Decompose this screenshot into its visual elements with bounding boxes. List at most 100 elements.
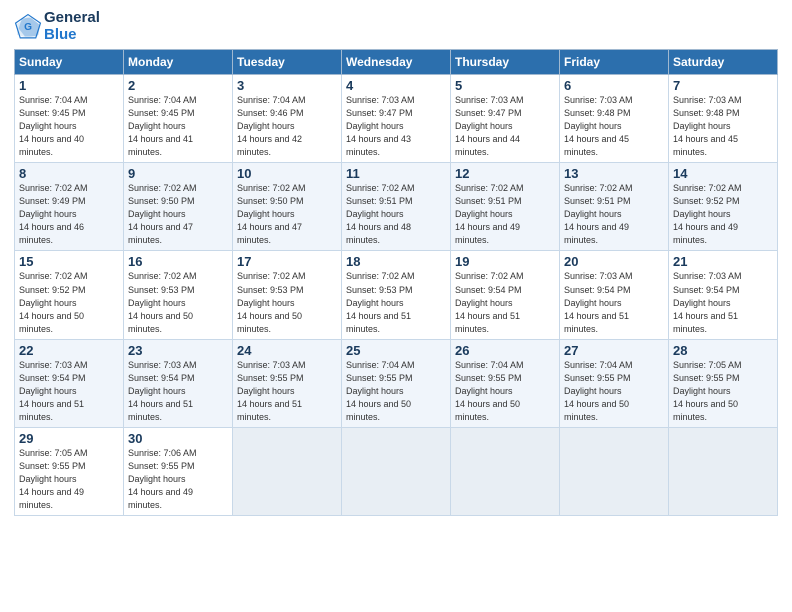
day-number: 26 (455, 343, 555, 358)
day-info: Sunrise: 7:03 AMSunset: 9:48 PMDaylight … (564, 95, 633, 157)
day-number: 22 (19, 343, 119, 358)
calendar-cell: 10 Sunrise: 7:02 AMSunset: 9:50 PMDayligh… (233, 163, 342, 251)
calendar-cell: 3Sunrise: 7:04 AMSunset: 9:46 PMDaylight… (233, 75, 342, 163)
day-info: Sunrise: 7:05 AMSunset: 9:55 PMDaylight … (673, 360, 742, 422)
day-number: 11 (346, 166, 446, 181)
day-info: Sunrise: 7:04 AMSunset: 9:55 PMDaylight … (564, 360, 633, 422)
day-info: Sunrise: 7:02 AMSunset: 9:53 PMDaylight … (237, 271, 306, 333)
logo-icon: G (14, 13, 42, 41)
calendar-week-row: 29Sunrise: 7:05 AMSunset: 9:55 PMDayligh… (15, 427, 778, 515)
calendar-cell: 12 Sunrise: 7:02 AMSunset: 9:51 PMDayligh… (451, 163, 560, 251)
day-info: Sunrise: 7:02 AMSunset: 9:52 PMDaylight … (673, 183, 742, 245)
day-info: Sunrise: 7:02 AMSunset: 9:53 PMDaylight … (128, 271, 197, 333)
svg-text:G: G (24, 22, 32, 33)
day-info: Sunrise: 7:04 AMSunset: 9:45 PMDaylight … (19, 95, 88, 157)
day-info: Sunrise: 7:04 AMSunset: 9:45 PMDaylight … (128, 95, 197, 157)
day-number: 28 (673, 343, 773, 358)
calendar-cell: 8Sunrise: 7:02 AMSunset: 9:49 PMDaylight… (15, 163, 124, 251)
calendar-cell (342, 427, 451, 515)
calendar-week-row: 1Sunrise: 7:04 AMSunset: 9:45 PMDaylight… (15, 75, 778, 163)
day-info: Sunrise: 7:03 AMSunset: 9:54 PMDaylight … (19, 360, 88, 422)
day-number: 27 (564, 343, 664, 358)
day-number: 30 (128, 431, 228, 446)
day-info: Sunrise: 7:03 AMSunset: 9:48 PMDaylight … (673, 95, 742, 157)
day-number: 29 (19, 431, 119, 446)
day-number: 23 (128, 343, 228, 358)
calendar-header-row: Sunday Monday Tuesday Wednesday Thursday… (15, 50, 778, 75)
calendar-cell: 13 Sunrise: 7:02 AMSunset: 9:51 PMDayligh… (560, 163, 669, 251)
calendar-table: Sunday Monday Tuesday Wednesday Thursday… (14, 49, 778, 516)
day-number: 25 (346, 343, 446, 358)
day-number: 17 (237, 254, 337, 269)
day-info: Sunrise: 7:02 AMSunset: 9:51 PMDaylight … (455, 183, 524, 245)
calendar-cell: 29Sunrise: 7:05 AMSunset: 9:55 PMDayligh… (15, 427, 124, 515)
header: G General Blue (14, 10, 778, 43)
header-saturday: Saturday (669, 50, 778, 75)
day-number: 24 (237, 343, 337, 358)
day-info: Sunrise: 7:02 AMSunset: 9:54 PMDaylight … (455, 271, 524, 333)
calendar-cell: 1Sunrise: 7:04 AMSunset: 9:45 PMDaylight… (15, 75, 124, 163)
calendar-cell: 28 Sunrise: 7:05 AMSunset: 9:55 PMDayligh… (669, 339, 778, 427)
calendar-cell: 27 Sunrise: 7:04 AMSunset: 9:55 PMDayligh… (560, 339, 669, 427)
day-info: Sunrise: 7:03 AMSunset: 9:47 PMDaylight … (455, 95, 524, 157)
calendar-cell: 21 Sunrise: 7:03 AMSunset: 9:54 PMDayligh… (669, 251, 778, 339)
calendar-cell: 11 Sunrise: 7:02 AMSunset: 9:51 PMDayligh… (342, 163, 451, 251)
calendar-cell: 16 Sunrise: 7:02 AMSunset: 9:53 PMDayligh… (124, 251, 233, 339)
day-info: Sunrise: 7:03 AMSunset: 9:54 PMDaylight … (128, 360, 197, 422)
calendar-cell (669, 427, 778, 515)
calendar-week-row: 15Sunrise: 7:02 AMSunset: 9:52 PMDayligh… (15, 251, 778, 339)
logo-line1: General (44, 10, 100, 27)
day-info: Sunrise: 7:04 AMSunset: 9:55 PMDaylight … (346, 360, 415, 422)
calendar-cell: 22 Sunrise: 7:03 AMSunset: 9:54 PMDayligh… (15, 339, 124, 427)
day-number: 6 (564, 78, 664, 93)
day-info: Sunrise: 7:02 AMSunset: 9:50 PMDaylight … (237, 183, 306, 245)
header-sunday: Sunday (15, 50, 124, 75)
day-info: Sunrise: 7:02 AMSunset: 9:50 PMDaylight … (128, 183, 197, 245)
calendar-cell: 23 Sunrise: 7:03 AMSunset: 9:54 PMDayligh… (124, 339, 233, 427)
day-number: 3 (237, 78, 337, 93)
day-number: 18 (346, 254, 446, 269)
header-tuesday: Tuesday (233, 50, 342, 75)
header-thursday: Thursday (451, 50, 560, 75)
day-number: 20 (564, 254, 664, 269)
calendar-cell: 14 Sunrise: 7:02 AMSunset: 9:52 PMDayligh… (669, 163, 778, 251)
day-number: 21 (673, 254, 773, 269)
logo: G General Blue (14, 10, 100, 43)
day-info: Sunrise: 7:02 AMSunset: 9:51 PMDaylight … (564, 183, 633, 245)
calendar-cell: 18Sunrise: 7:02 AMSunset: 9:53 PMDayligh… (342, 251, 451, 339)
day-number: 12 (455, 166, 555, 181)
calendar-cell: 20 Sunrise: 7:03 AMSunset: 9:54 PMDayligh… (560, 251, 669, 339)
calendar-cell: 25 Sunrise: 7:04 AMSunset: 9:55 PMDayligh… (342, 339, 451, 427)
calendar-cell: 26Sunrise: 7:04 AMSunset: 9:55 PMDayligh… (451, 339, 560, 427)
logo-text-block: General Blue (44, 10, 100, 43)
header-friday: Friday (560, 50, 669, 75)
calendar-cell: 5 Sunrise: 7:03 AMSunset: 9:47 PMDaylight… (451, 75, 560, 163)
calendar-week-row: 22 Sunrise: 7:03 AMSunset: 9:54 PMDayligh… (15, 339, 778, 427)
calendar-cell: 2 Sunrise: 7:04 AMSunset: 9:45 PMDaylight… (124, 75, 233, 163)
calendar-cell: 9 Sunrise: 7:02 AMSunset: 9:50 PMDaylight… (124, 163, 233, 251)
day-info: Sunrise: 7:03 AMSunset: 9:47 PMDaylight … (346, 95, 415, 157)
calendar-cell: 7Sunrise: 7:03 AMSunset: 9:48 PMDaylight… (669, 75, 778, 163)
day-info: Sunrise: 7:03 AMSunset: 9:54 PMDaylight … (564, 271, 633, 333)
day-number: 10 (237, 166, 337, 181)
page-container: G General Blue Sunday Monday Tuesday Wed… (0, 0, 792, 526)
calendar-week-row: 8Sunrise: 7:02 AMSunset: 9:49 PMDaylight… (15, 163, 778, 251)
calendar-cell: 6 Sunrise: 7:03 AMSunset: 9:48 PMDaylight… (560, 75, 669, 163)
day-info: Sunrise: 7:03 AMSunset: 9:55 PMDaylight … (237, 360, 306, 422)
day-number: 13 (564, 166, 664, 181)
day-number: 4 (346, 78, 446, 93)
day-info: Sunrise: 7:02 AMSunset: 9:51 PMDaylight … (346, 183, 415, 245)
calendar-cell: 4 Sunrise: 7:03 AMSunset: 9:47 PMDaylight… (342, 75, 451, 163)
day-info: Sunrise: 7:02 AMSunset: 9:52 PMDaylight … (19, 271, 88, 333)
header-wednesday: Wednesday (342, 50, 451, 75)
day-number: 9 (128, 166, 228, 181)
day-number: 14 (673, 166, 773, 181)
day-number: 19 (455, 254, 555, 269)
day-number: 5 (455, 78, 555, 93)
calendar-cell (233, 427, 342, 515)
day-info: Sunrise: 7:02 AMSunset: 9:49 PMDaylight … (19, 183, 88, 245)
day-info: Sunrise: 7:03 AMSunset: 9:54 PMDaylight … (673, 271, 742, 333)
day-info: Sunrise: 7:06 AMSunset: 9:55 PMDaylight … (128, 448, 197, 510)
day-number: 16 (128, 254, 228, 269)
day-number: 2 (128, 78, 228, 93)
